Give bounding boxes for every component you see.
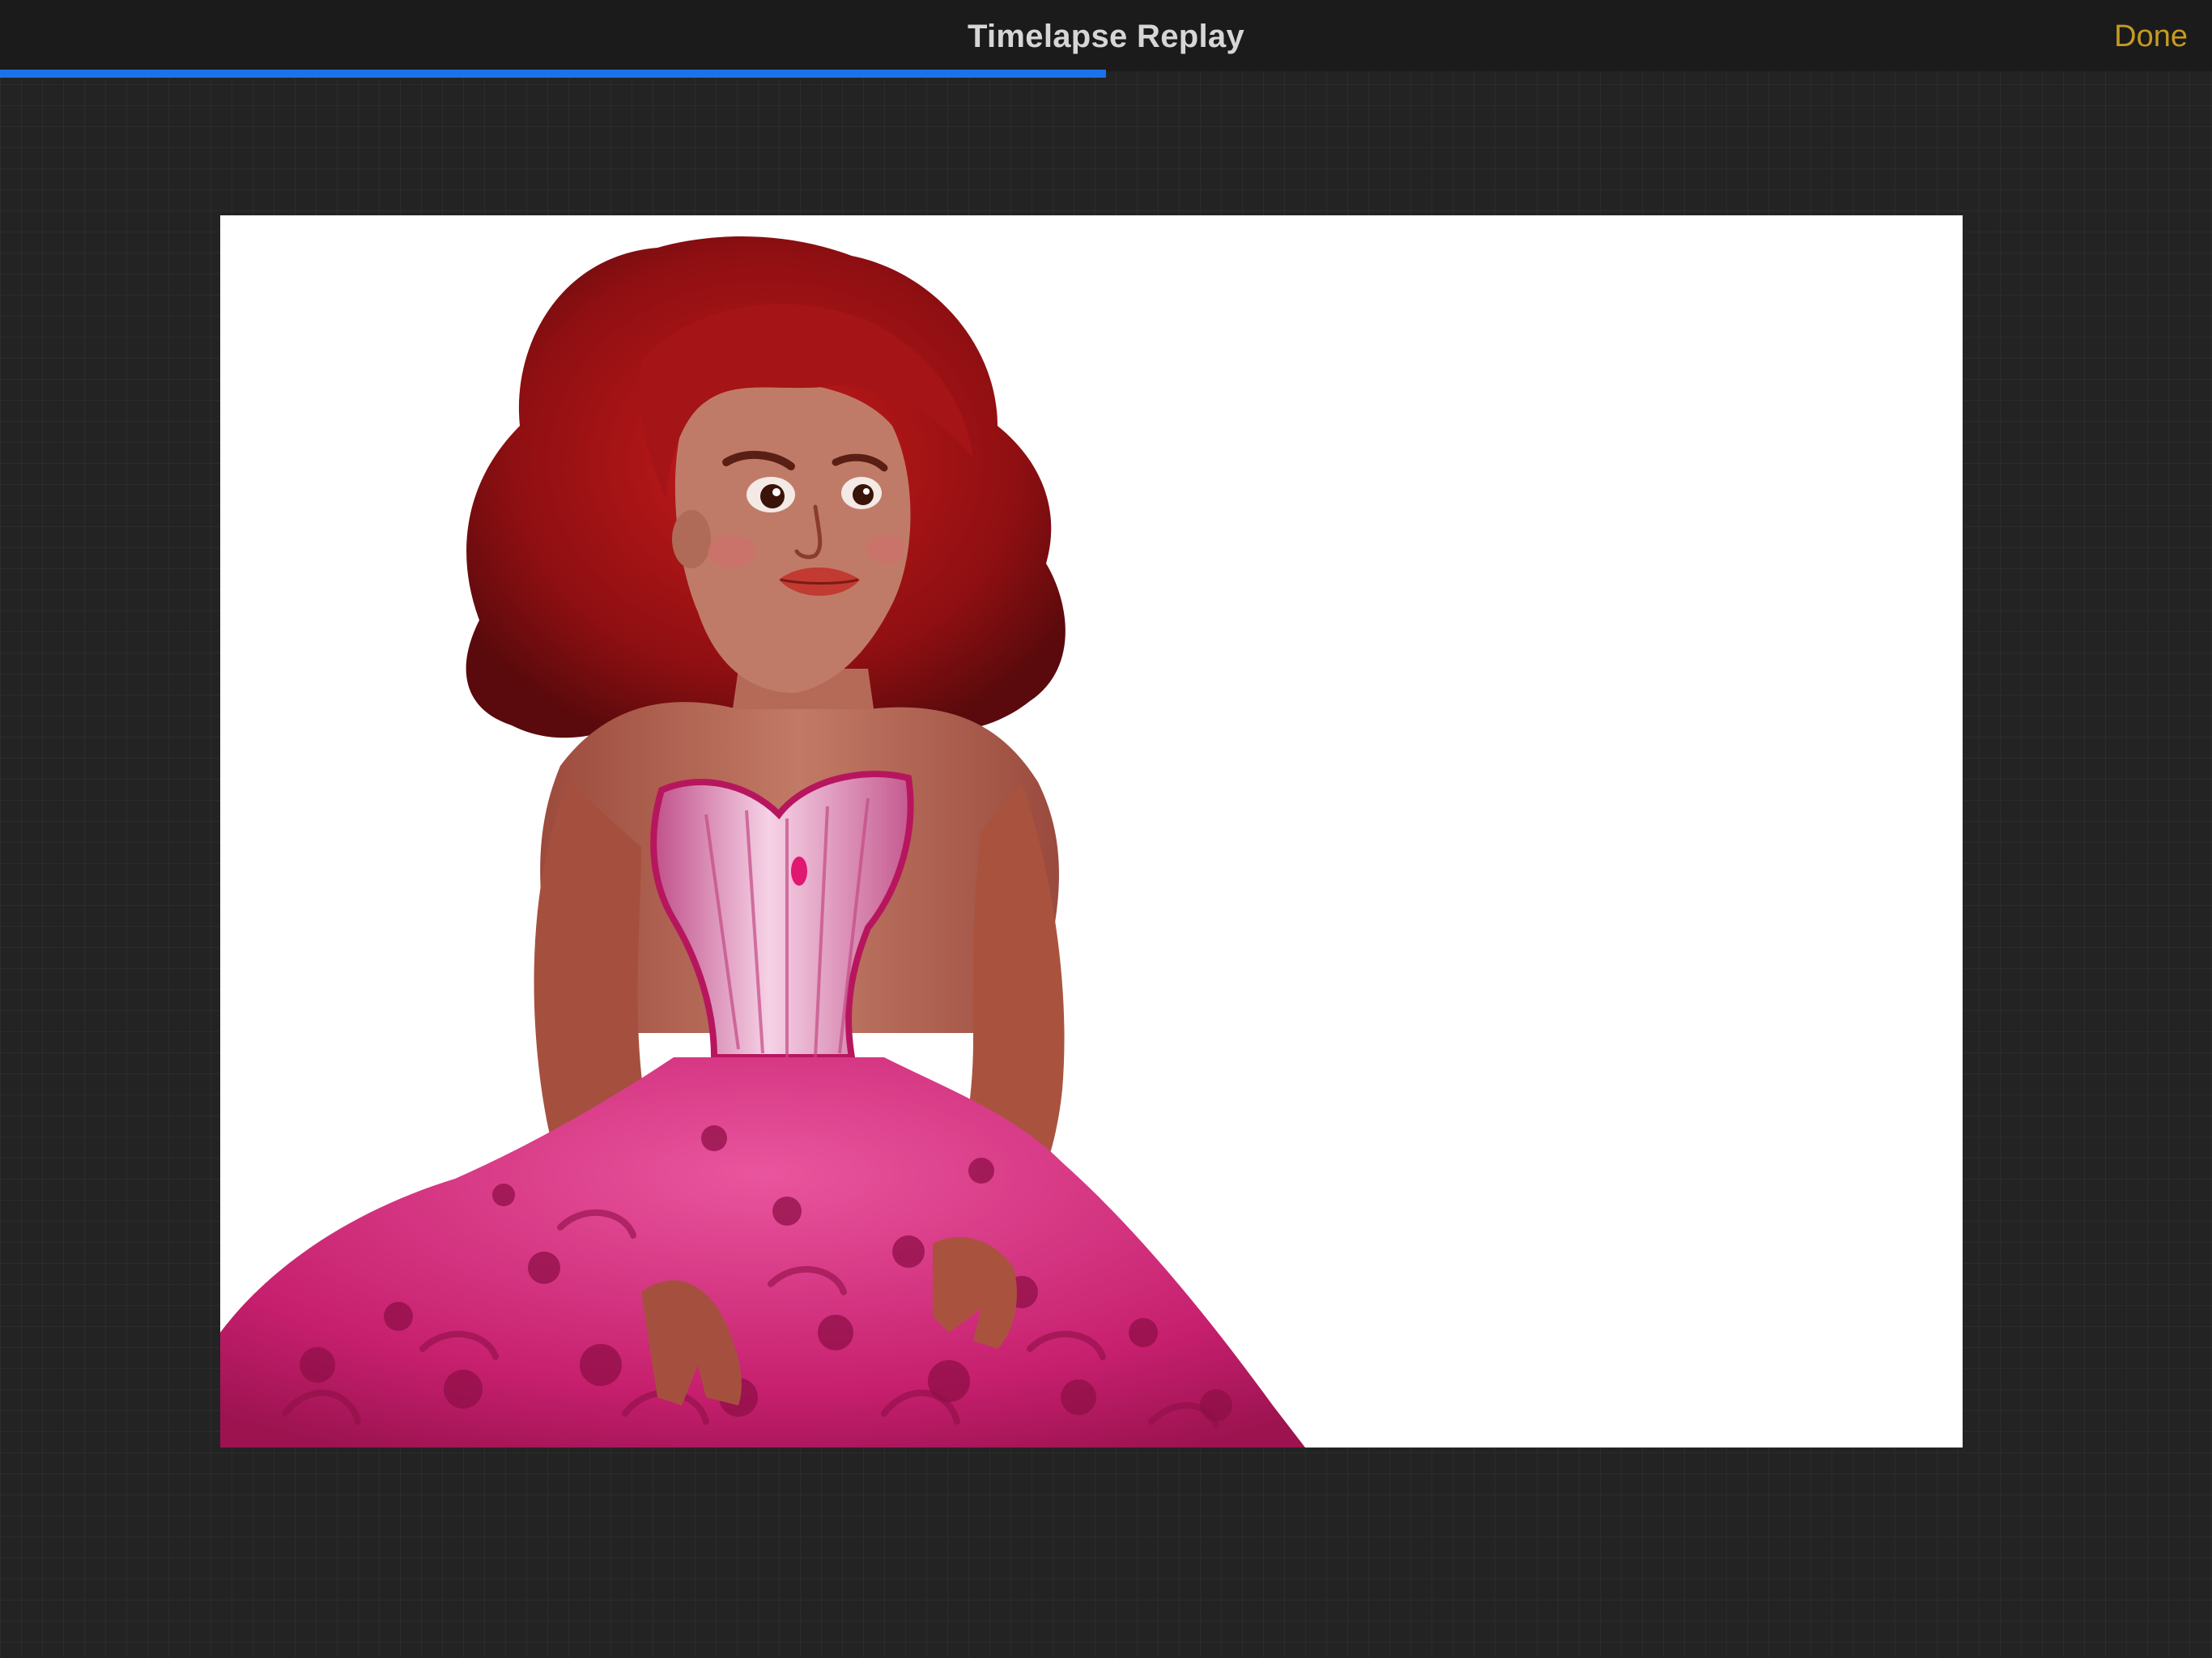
- artwork-illustration: [220, 236, 1305, 1448]
- page-title: Timelapse Replay: [967, 19, 1244, 54]
- top-bar: Timelapse Replay Done: [0, 0, 2212, 71]
- timelapse-replay-screen: Timelapse Replay Done: [0, 0, 2212, 1658]
- done-button[interactable]: Done: [2114, 0, 2188, 71]
- artwork-canvas: [220, 215, 1963, 1448]
- scrubber-progress: [0, 70, 1106, 78]
- timelapse-scrubber[interactable]: [0, 70, 2212, 78]
